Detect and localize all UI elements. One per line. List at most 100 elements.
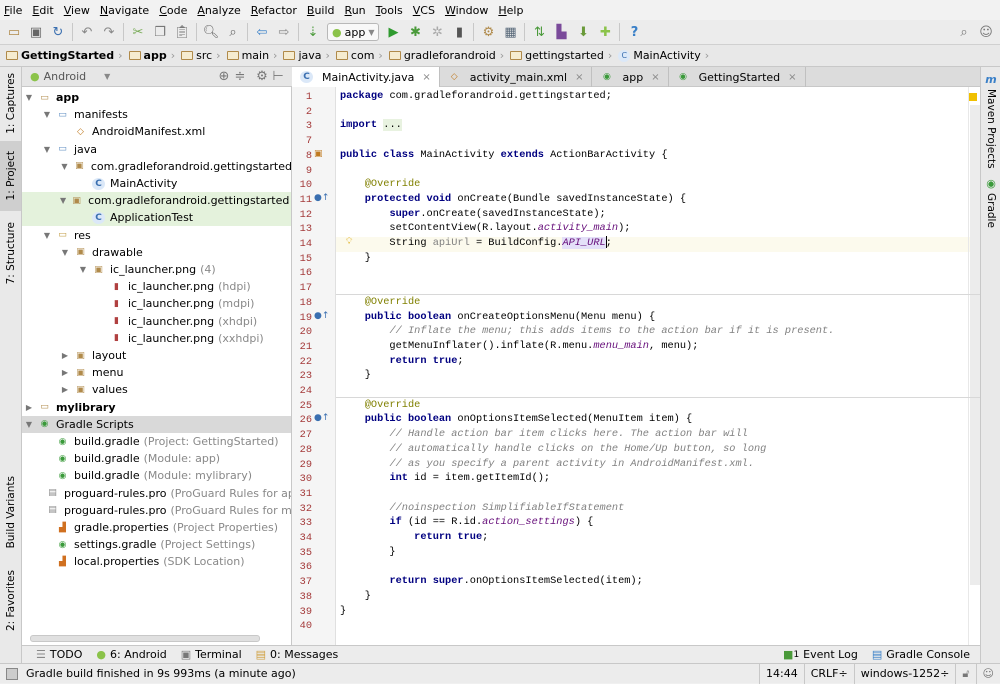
code-editor[interactable]: 1 2 3 7 8 ▣ 9 10 11 ●↑ 12 13 14 15 16 17 18 19 ●↑ 20 21 22 23 2… [292, 87, 980, 645]
debug-icon[interactable]: ✱ [407, 24, 423, 40]
close-icon[interactable]: × [422, 72, 430, 83]
sync-icon[interactable]: ↻ [50, 24, 66, 40]
tree-item[interactable]: ▤ proguard-rules.pro (ProGuard Rules for m… [22, 502, 291, 519]
menu-window[interactable]: Window [445, 4, 488, 17]
line-separator[interactable]: CRLF÷ [803, 663, 854, 684]
open-folder-icon[interactable]: ▭ [6, 24, 22, 40]
close-icon[interactable]: × [788, 72, 796, 83]
tree-item[interactable]: ▤ proguard-rules.pro (ProGuard Rules for a… [22, 485, 291, 502]
save-icon[interactable]: ▣ [28, 24, 44, 40]
forward-icon[interactable]: ⇨ [276, 24, 292, 40]
tree-item[interactable]: ▼ ▣ ic_launcher.png (4) [22, 261, 291, 278]
override-icon[interactable]: ●↑ [314, 193, 329, 203]
tab-favorites[interactable]: 2: Favorites [0, 563, 21, 637]
breadcrumb-item[interactable]: java [281, 49, 325, 62]
editor-tab[interactable]: ◉ app × [592, 67, 669, 87]
tree-item[interactable]: ▼ ▭ app [22, 89, 291, 106]
menu-vcs[interactable]: VCS [413, 4, 435, 17]
replace-icon[interactable]: ⌕ [225, 24, 241, 40]
tree-item[interactable]: ▶ ▣ menu [22, 364, 291, 381]
breadcrumb-item[interactable]: com [334, 49, 379, 62]
tree-item[interactable]: ▼ ▭ res [22, 227, 291, 244]
tab-gradle[interactable]: ◉ Gradle [981, 177, 1000, 228]
horizontal-scrollbar[interactable] [30, 635, 260, 642]
expanded-arrow-icon[interactable]: ▼ [78, 265, 88, 274]
expanded-arrow-icon[interactable]: ▼ [42, 110, 52, 119]
tree-item[interactable]: ▼ ◉ Gradle Scripts [22, 415, 291, 433]
tab-event-log[interactable]: ■ 1 Event Log [783, 648, 858, 661]
inspector-icon[interactable]: ☺ [975, 663, 1000, 684]
back-icon[interactable]: ⇦ [254, 24, 270, 40]
menu-edit[interactable]: Edit [32, 4, 53, 17]
tree-item[interactable]: ▶ ▭ mylibrary [22, 399, 291, 416]
tab-terminal[interactable]: ▣ Terminal [181, 648, 242, 661]
tree-item[interactable]: ◉ build.gradle (Module: mylibrary) [22, 467, 291, 484]
device-icon[interactable]: ▮ [451, 24, 467, 40]
tree-item[interactable]: ▼ ▭ java [22, 141, 291, 158]
file-encoding[interactable]: windows-1252÷ [853, 663, 956, 684]
user-icon[interactable]: ☺ [978, 24, 994, 40]
breadcrumb-item[interactable]: C MainActivity [616, 49, 704, 62]
tree-item[interactable]: ◉ build.gradle (Module: app) [22, 450, 291, 467]
gradle-sync-icon[interactable]: ⇅ [531, 24, 547, 40]
breadcrumb-item[interactable]: GettingStarted [4, 49, 118, 62]
run-icon[interactable]: ▶ [385, 24, 401, 40]
menu-code[interactable]: Code [159, 4, 187, 17]
tab-messages[interactable]: ▤ 0: Messages [256, 648, 339, 661]
expanded-arrow-icon[interactable]: ▼ [42, 231, 52, 240]
breadcrumb-item[interactable]: gettingstarted [508, 49, 608, 62]
sdk-icon[interactable]: ▦ [502, 24, 518, 40]
collapse-all-icon[interactable]: ≑ [232, 69, 248, 85]
cut-icon[interactable]: ✂ [130, 24, 146, 40]
tab-structure[interactable]: 7: Structure [0, 215, 21, 291]
tree-item[interactable]: ▶ ▣ layout [22, 347, 291, 364]
attach-debugger-icon[interactable]: ✲ [429, 24, 445, 40]
lock-icon[interactable]: 🔓︎ [955, 663, 975, 684]
tab-captures[interactable]: 1: Captures [0, 71, 21, 135]
tab-todo[interactable]: ☰ TODO [36, 648, 82, 661]
breadcrumb-item[interactable]: main [225, 49, 273, 62]
editor-tab[interactable]: ◉ GettingStarted × [669, 67, 806, 87]
make-project-icon[interactable]: ⇣ [305, 24, 321, 40]
editor-scrollbar[interactable] [970, 105, 980, 585]
code-token[interactable]: ... [383, 119, 402, 132]
menu-build[interactable]: Build [307, 4, 335, 17]
tree-item[interactable]: ▮ ic_launcher.png (xxhdpi) [22, 330, 291, 347]
tree-item[interactable]: ◉ build.gradle (Project: GettingStarted) [22, 433, 291, 450]
tree-item[interactable]: ▼ ▣ drawable [22, 244, 291, 261]
override-icon[interactable]: ●↑ [314, 311, 329, 321]
expanded-arrow-icon[interactable]: ▼ [60, 196, 66, 205]
help-icon[interactable]: ? [626, 24, 642, 40]
breadcrumb-item[interactable]: gradleforandroid [387, 49, 500, 62]
tree-item[interactable]: C ApplicationTest [22, 209, 291, 227]
breadcrumb-item[interactable]: app [127, 49, 171, 62]
menu-analyze[interactable]: Analyze [197, 4, 240, 17]
find-icon[interactable]: 🔍︎ [203, 24, 220, 40]
menu-view[interactable]: View [64, 4, 90, 17]
expanded-arrow-icon[interactable]: ▼ [24, 420, 34, 429]
undo-icon[interactable]: ↶ [79, 24, 95, 40]
close-icon[interactable]: × [651, 72, 659, 83]
editor-tab[interactable]: C MainActivity.java × [292, 67, 440, 87]
tab-maven-projects[interactable]: m Maven Projects [981, 73, 1000, 169]
tab-gradle-console[interactable]: ▤ Gradle Console [872, 648, 970, 661]
menu-file[interactable]: File [4, 4, 22, 17]
tree-item[interactable]: ▼ ▭ manifests [22, 106, 291, 123]
menu-run[interactable]: Run [345, 4, 366, 17]
tab-project[interactable]: 1: Project [0, 141, 21, 211]
activity-icon[interactable]: ▣ [314, 149, 323, 159]
breadcrumb-item[interactable]: src [179, 49, 216, 62]
paste-icon[interactable]: 📋︎ [174, 24, 191, 40]
tree-item[interactable]: ▟ gradle.properties (Project Properties) [22, 519, 291, 536]
tree-item[interactable]: ◉ settings.gradle (Project Settings) [22, 536, 291, 553]
tree-item[interactable]: ▟ local.properties (SDK Location) [22, 553, 291, 570]
tree-item[interactable]: ▶ ▣ values [22, 381, 291, 398]
android-monitor-icon[interactable]: ✚ [597, 24, 613, 40]
tree-item[interactable]: ▮ ic_launcher.png (hdpi) [22, 278, 291, 295]
close-icon[interactable]: × [575, 72, 583, 83]
menu-tools[interactable]: Tools [376, 4, 403, 17]
tree-item[interactable]: ▼ ▣ com.gradleforandroid.gettingstarted [22, 158, 291, 175]
tree-item[interactable]: ▮ ic_launcher.png (xhdpi) [22, 313, 291, 330]
menu-navigate[interactable]: Navigate [100, 4, 149, 17]
avd-manager-icon[interactable]: ▙ [553, 24, 569, 40]
